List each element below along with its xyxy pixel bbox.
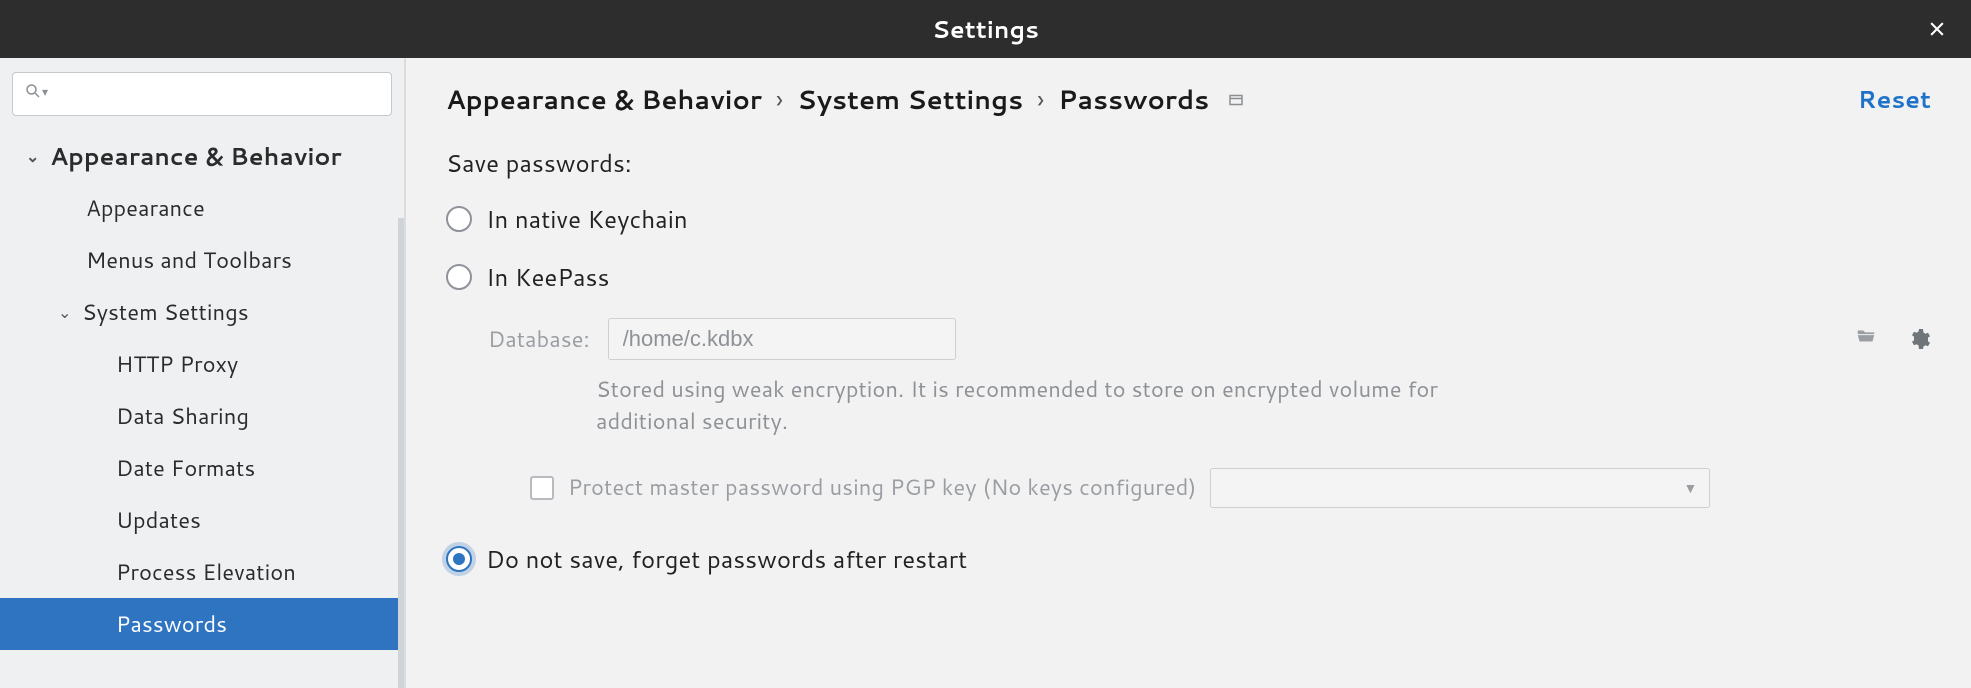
app-body: ▾ ⌄ Appearance & Behavior Appearance Men… — [0, 58, 1971, 688]
tree-label: Appearance & Behavior — [50, 139, 342, 173]
tree-label: HTTP Proxy — [116, 349, 238, 380]
tree-item-menus-toolbars[interactable]: Menus and Toolbars — [0, 234, 404, 286]
tree-item-passwords[interactable]: Passwords — [0, 598, 404, 650]
radio-icon[interactable] — [446, 264, 472, 290]
keepass-settings: Database: Stored using weak encryption. … — [488, 318, 1931, 508]
scrollbar[interactable] — [398, 218, 404, 688]
database-label: Database: — [488, 324, 590, 355]
tree-label: Data Sharing — [116, 401, 249, 432]
radio-icon[interactable] — [446, 206, 472, 232]
tree-item-data-sharing[interactable]: Data Sharing — [0, 390, 404, 442]
sidebar: ▾ ⌄ Appearance & Behavior Appearance Men… — [0, 58, 406, 688]
tree-item-http-proxy[interactable]: HTTP Proxy — [0, 338, 404, 390]
radio-label: Do not save, forget passwords after rest… — [486, 542, 967, 576]
tree-label: Menus and Toolbars — [86, 245, 292, 276]
close-icon[interactable] — [1921, 13, 1953, 45]
save-passwords-label: Save passwords: — [446, 146, 1931, 180]
folder-open-icon[interactable] — [1855, 325, 1877, 353]
search-icon[interactable]: ▾ — [24, 82, 48, 100]
chevron-down-icon: ⌄ — [26, 145, 40, 168]
breadcrumb-item[interactable]: System Settings — [797, 82, 1023, 118]
database-input[interactable] — [608, 318, 956, 360]
tree-appearance-behavior[interactable]: ⌄ Appearance & Behavior — [0, 130, 404, 182]
database-row: Database: — [488, 318, 1931, 360]
gear-icon[interactable] — [1907, 327, 1931, 351]
pgp-checkbox[interactable] — [530, 476, 554, 500]
radio-icon[interactable] — [446, 546, 472, 572]
tree-system-settings[interactable]: ⌄ System Settings — [0, 286, 404, 338]
settings-tree: ⌄ Appearance & Behavior Appearance Menus… — [0, 130, 404, 650]
window-icon — [1227, 82, 1245, 118]
tree-label: Date Formats — [116, 453, 255, 484]
tree-label: Appearance — [86, 193, 205, 224]
tree-label: Updates — [116, 505, 201, 536]
pgp-row: Protect master password using PGP key (N… — [530, 468, 1931, 508]
radio-label: In KeePass — [486, 260, 609, 294]
radio-do-not-save[interactable]: Do not save, forget passwords after rest… — [446, 542, 1931, 576]
breadcrumb-item[interactable]: Passwords — [1058, 82, 1209, 118]
radio-keepass[interactable]: In KeePass — [446, 260, 1931, 294]
window-title: Settings — [932, 12, 1039, 46]
reset-button[interactable]: Reset — [1858, 82, 1931, 116]
tree-item-appearance[interactable]: Appearance — [0, 182, 404, 234]
tree-item-process-elevation[interactable]: Process Elevation — [0, 546, 404, 598]
search-input[interactable] — [12, 72, 392, 116]
radio-label: In native Keychain — [486, 202, 688, 236]
pgp-label: Protect master password using PGP key (N… — [568, 472, 1196, 503]
titlebar: Settings — [0, 0, 1971, 58]
breadcrumb: Appearance & Behavior › System Settings … — [446, 82, 1931, 118]
tree-label: System Settings — [82, 297, 249, 328]
pgp-key-select[interactable]: ▼ — [1210, 468, 1710, 508]
search-wrap: ▾ — [0, 72, 404, 130]
breadcrumb-item[interactable]: Appearance & Behavior — [446, 82, 762, 118]
chevron-right-icon: › — [1037, 82, 1044, 118]
chevron-down-icon: ⌄ — [58, 301, 72, 324]
tree-item-updates[interactable]: Updates — [0, 494, 404, 546]
chevron-down-icon: ▼ — [1684, 478, 1698, 498]
tree-label: Passwords — [116, 609, 227, 640]
radio-native-keychain[interactable]: In native Keychain — [446, 202, 1931, 236]
tree-item-date-formats[interactable]: Date Formats — [0, 442, 404, 494]
tree-label: Process Elevation — [116, 557, 296, 588]
chevron-right-icon: › — [776, 82, 783, 118]
database-hint: Stored using weak encryption. It is reco… — [596, 374, 1516, 438]
main-panel: Appearance & Behavior › System Settings … — [406, 58, 1971, 688]
database-input-wrap — [608, 318, 1889, 360]
